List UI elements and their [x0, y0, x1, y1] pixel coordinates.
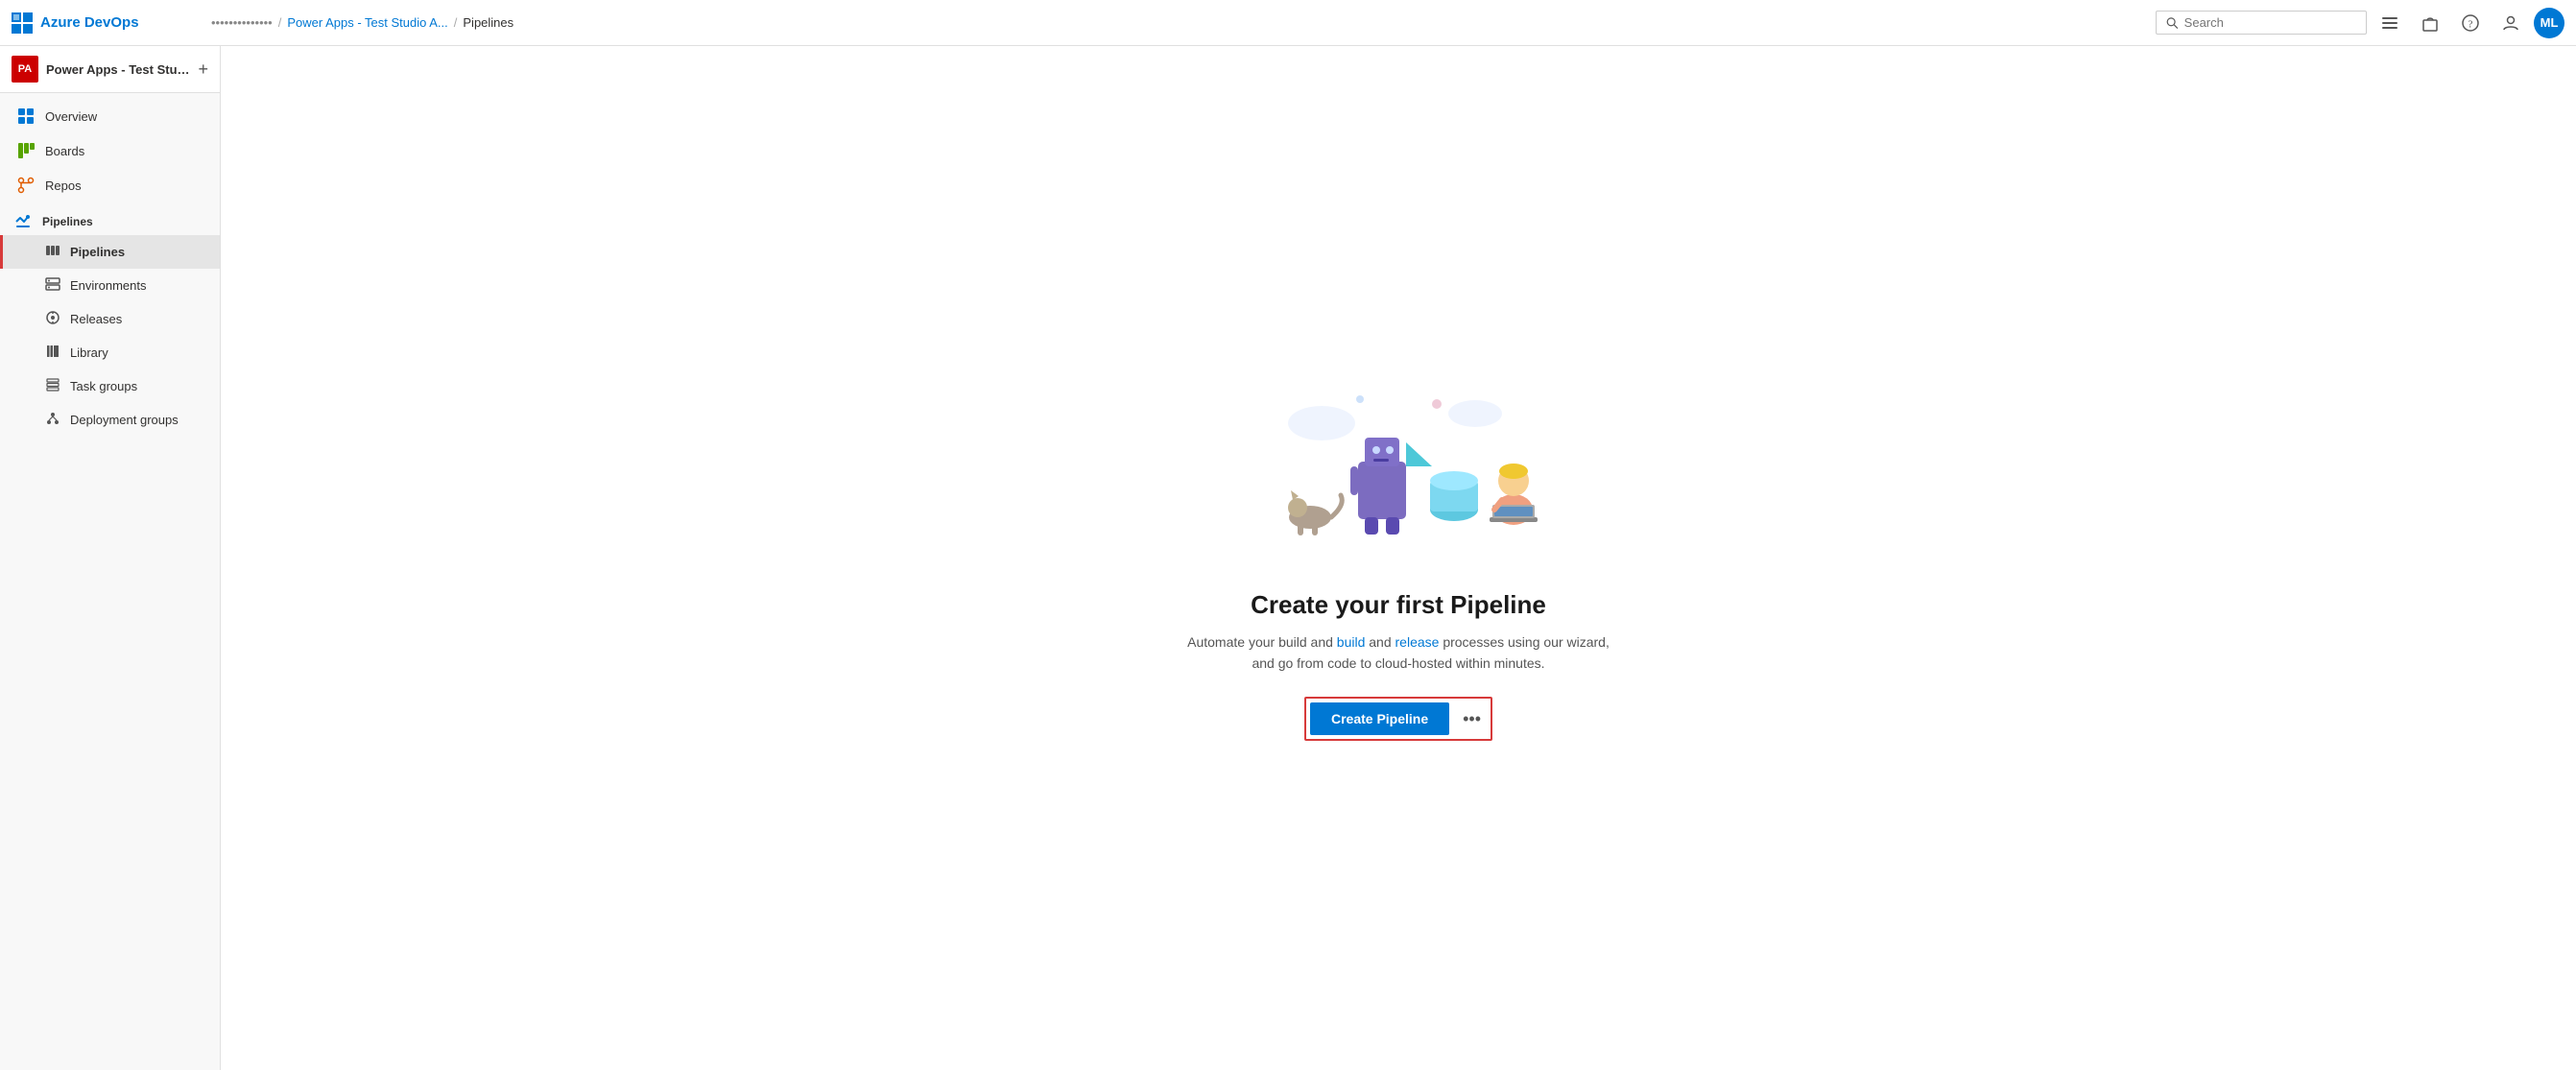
pipelines-sub-icon: [45, 243, 60, 261]
shop-icon-button[interactable]: [2413, 6, 2447, 40]
project-icon: PA: [12, 56, 38, 83]
app-name: Azure DevOps: [40, 14, 139, 31]
sidebar-item-releases-label: Releases: [70, 312, 122, 326]
sidebar-item-overview-label: Overview: [45, 109, 97, 124]
breadcrumb: •••••••••••••• / Power Apps - Test Studi…: [211, 15, 2148, 30]
releases-icon: [45, 310, 60, 328]
topbar: Azure DevOps •••••••••••••• / Power Apps…: [0, 0, 2576, 46]
boards-icon: [16, 141, 36, 160]
bag-icon: [2421, 14, 2439, 32]
add-project-button[interactable]: +: [198, 60, 208, 78]
search-input[interactable]: [2184, 15, 2356, 30]
repos-icon: [16, 176, 36, 195]
deployment-groups-icon: [45, 411, 60, 429]
sidebar-item-environments-label: Environments: [70, 278, 146, 293]
task-groups-icon: [45, 377, 60, 395]
more-dots-icon: •••: [1463, 709, 1481, 728]
breadcrumb-current: Pipelines: [463, 15, 513, 30]
azure-devops-icon: [12, 12, 33, 34]
sidebar-item-boards-label: Boards: [45, 144, 84, 158]
search-box[interactable]: [2156, 11, 2367, 35]
main-content-area: Create your first Pipeline Automate your…: [221, 46, 2576, 1070]
sidebar-item-repos-label: Repos: [45, 178, 82, 193]
build-link[interactable]: build: [1337, 634, 1366, 650]
user-settings-button[interactable]: [2493, 6, 2528, 40]
breadcrumb-sep-1: /: [278, 15, 282, 30]
svg-text:?: ?: [2469, 18, 2473, 30]
sidebar-item-pipelines-sub-label: Pipelines: [70, 245, 125, 259]
illustration: [1245, 375, 1552, 567]
sidebar-item-repos[interactable]: Repos: [0, 168, 220, 202]
empty-state: Create your first Pipeline Automate your…: [1158, 337, 1638, 780]
sidebar-item-boards[interactable]: Boards: [0, 133, 220, 168]
environments-icon: [45, 276, 60, 295]
breadcrumb-sep-2: /: [454, 15, 458, 30]
help-icon-button[interactable]: ?: [2453, 6, 2488, 40]
help-icon: ?: [2462, 14, 2479, 32]
list-icon: [2381, 14, 2398, 32]
main-title: Create your first Pipeline: [1251, 590, 1546, 620]
sidebar-item-library[interactable]: Library: [0, 336, 220, 369]
library-icon: [45, 344, 60, 362]
sidebar: PA Power Apps - Test Stud... + Overview: [0, 46, 221, 1070]
create-pipeline-button[interactable]: Create Pipeline: [1310, 702, 1449, 735]
sidebar-item-releases[interactable]: Releases: [0, 302, 220, 336]
layout: PA Power Apps - Test Stud... + Overview: [0, 46, 2576, 1070]
sidebar-item-deployment-groups[interactable]: Deployment groups: [0, 403, 220, 437]
app-logo[interactable]: Azure DevOps: [12, 12, 203, 34]
sidebar-section-pipelines-label: Pipelines: [42, 215, 93, 228]
main-subtitle: Automate your build and build and releas…: [1178, 631, 1619, 675]
project-header: PA Power Apps - Test Stud... +: [0, 46, 220, 93]
pipelines-section-icon: [13, 212, 33, 231]
sidebar-item-environments[interactable]: Environments: [0, 269, 220, 302]
search-icon: [2166, 16, 2179, 30]
person-icon: [2502, 14, 2519, 32]
list-icon-button[interactable]: [2373, 6, 2407, 40]
more-options-button[interactable]: •••: [1457, 705, 1487, 733]
sidebar-item-task-groups[interactable]: Task groups: [0, 369, 220, 403]
action-row: Create Pipeline •••: [1304, 697, 1492, 741]
sidebar-item-task-groups-label: Task groups: [70, 379, 137, 393]
topbar-actions: ? ML: [2156, 6, 2564, 40]
sidebar-item-pipelines-sub[interactable]: Pipelines: [0, 235, 220, 269]
overview-icon: [16, 107, 36, 126]
sidebar-item-overview[interactable]: Overview: [0, 99, 220, 133]
breadcrumb-org: ••••••••••••••: [211, 15, 273, 30]
sidebar-item-library-label: Library: [70, 345, 108, 360]
sidebar-item-deployment-groups-label: Deployment groups: [70, 413, 179, 427]
project-name: Power Apps - Test Stud...: [46, 62, 190, 77]
sidebar-section-pipelines[interactable]: Pipelines: [0, 202, 220, 235]
breadcrumb-project[interactable]: Power Apps - Test Studio A...: [287, 15, 447, 30]
sidebar-nav: Overview Boards: [0, 93, 220, 442]
avatar[interactable]: ML: [2534, 8, 2564, 38]
release-link[interactable]: release: [1395, 634, 1440, 650]
